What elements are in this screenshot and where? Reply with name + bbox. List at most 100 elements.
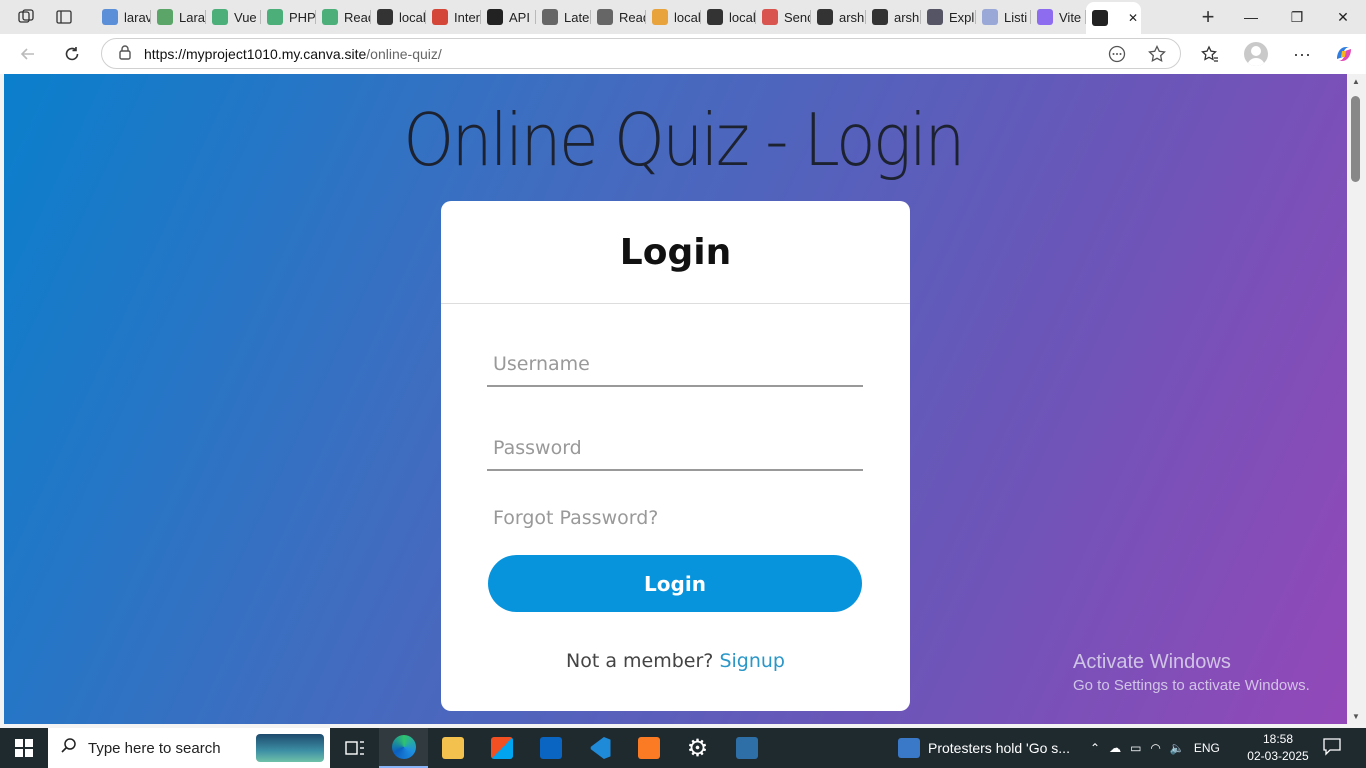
app-icon[interactable] [722,728,771,768]
watermark-title: Activate Windows [1073,651,1231,673]
close-tab-icon[interactable]: ✕ [1128,11,1138,25]
github-icon [872,9,888,25]
browser-tab[interactable]: arsh [811,4,866,30]
w-icon [267,9,283,25]
browser-tab[interactable]: local [701,4,756,30]
notification-icon[interactable] [1322,736,1346,760]
browser-tab[interactable]: Send [756,4,811,30]
taskbar-search[interactable]: Type here to search [48,728,330,768]
browser-tab[interactable]: Expl [921,4,976,30]
w-icon [212,9,228,25]
browser-tab[interactable]: Larav [151,4,206,30]
refresh-button[interactable] [56,40,88,68]
clock[interactable]: 18:58 02-03-2025 [1236,731,1320,765]
scrollbar-thumb[interactable] [1351,96,1360,182]
store-icon[interactable] [477,728,526,768]
language-indicator[interactable]: ENG [1194,741,1220,755]
green-circle-icon [157,9,173,25]
browser-tab[interactable]: PHP [261,4,316,30]
edge-taskbar-icon[interactable] [379,728,428,768]
username-field[interactable]: Username [487,347,863,387]
xampp-icon[interactable] [624,728,673,768]
gmail-icon [432,9,448,25]
close-window-button[interactable]: ✕ [1320,0,1366,34]
forgot-password-link[interactable]: Forgot Password? [493,507,658,529]
browser-tab[interactable]: Vite [1031,4,1086,30]
search-icon [60,737,78,759]
address-bar[interactable]: https://myproject1010.my.canva.site/onli… [101,38,1181,69]
tab-list: larav Larav Vue PHP Read local Inter API Late Rea… [96,0,1182,34]
signup-link[interactable]: Signup [719,650,785,672]
tab-actions-icon[interactable] [48,3,80,31]
browser-tab[interactable]: ✕ [1086,2,1141,34]
tab-label: Vue [234,9,257,25]
url-text: https://myproject1010.my.canva.site/onli… [144,45,442,62]
tab-label: local [729,9,756,25]
browser-tab[interactable]: API [481,4,536,30]
favorite-star-icon[interactable] [1148,44,1166,66]
browser-tab[interactable]: larav [96,4,151,30]
tab-label: arsh [894,9,920,25]
chevron-up-icon[interactable]: ⌃ [1090,741,1100,755]
start-button[interactable] [0,728,48,768]
restore-button[interactable]: ❐ [1274,0,1320,34]
news-icon [898,738,920,758]
activate-windows-watermark: Activate Windows Go to Settings to activ… [1073,651,1310,694]
signup-row: Not a member? Signup [441,650,910,672]
tab-label: PHP [289,9,316,25]
browser-tab[interactable]: local [646,4,701,30]
tab-label: Vite [1059,9,1082,25]
browser-tab[interactable]: local [371,4,426,30]
openai-icon [597,9,613,25]
onedrive-icon[interactable]: ☁ [1109,741,1121,755]
signup-prefix: Not a member? [566,650,714,672]
task-view-icon[interactable] [330,728,379,768]
tab-label: local [399,9,426,25]
copilot-icon[interactable] [1328,40,1360,68]
browser-tab[interactable]: Late [536,4,591,30]
browser-tab[interactable]: Read [591,4,646,30]
taskbar: Type here to search ⚙ Protesters hold 'G… [0,728,1366,768]
login-card: Login Username Password Forgot Password?… [441,201,910,711]
avatar[interactable] [1244,42,1268,66]
settings-gear-icon[interactable]: ⚙ [673,728,722,768]
browser-tab[interactable]: arsh [866,4,921,30]
login-button[interactable]: Login [488,555,862,612]
new-tab-button[interactable]: + [1188,2,1228,32]
browser-tab[interactable]: Inter [426,4,481,30]
volume-icon[interactable]: 🔈 [1170,741,1185,755]
tab-label: arsh [839,9,865,25]
news-text: Protesters hold 'Go s... [928,740,1070,756]
password-field[interactable]: Password [487,431,863,471]
browser-tab[interactable]: Vue [206,4,261,30]
back-button[interactable] [12,40,44,68]
page-icon [707,9,723,25]
more-options-icon[interactable] [1108,45,1126,66]
tab-label: local [674,9,701,25]
browser-tab[interactable]: Read [316,4,371,30]
canva-icon [1092,10,1108,26]
swirl-icon [982,9,998,25]
vscode-icon[interactable] [575,728,624,768]
browser-tab[interactable]: Listi [976,4,1031,30]
outlook-icon[interactable] [526,728,575,768]
search-icon [102,9,118,25]
pma-icon [652,9,668,25]
mail-icon [927,9,943,25]
file-explorer-icon[interactable] [428,728,477,768]
news-widget[interactable]: Protesters hold 'Go s... [898,728,1070,768]
search-highlight-image [256,734,324,762]
tab-label: Read [619,9,646,25]
tab-label: Larav [179,9,206,25]
battery-icon[interactable]: ▭ [1130,741,1141,755]
openai-icon [487,9,503,25]
workspaces-icon[interactable] [10,3,42,31]
pdf-icon [762,9,778,25]
wifi-icon[interactable]: ◠ [1150,741,1160,755]
tab-label: Send [784,9,811,25]
minimize-button[interactable]: — [1228,0,1274,34]
settings-menu-icon[interactable]: ··· [1286,40,1318,68]
github-icon [817,9,833,25]
favorites-icon[interactable] [1194,40,1226,68]
w-icon [322,9,338,25]
